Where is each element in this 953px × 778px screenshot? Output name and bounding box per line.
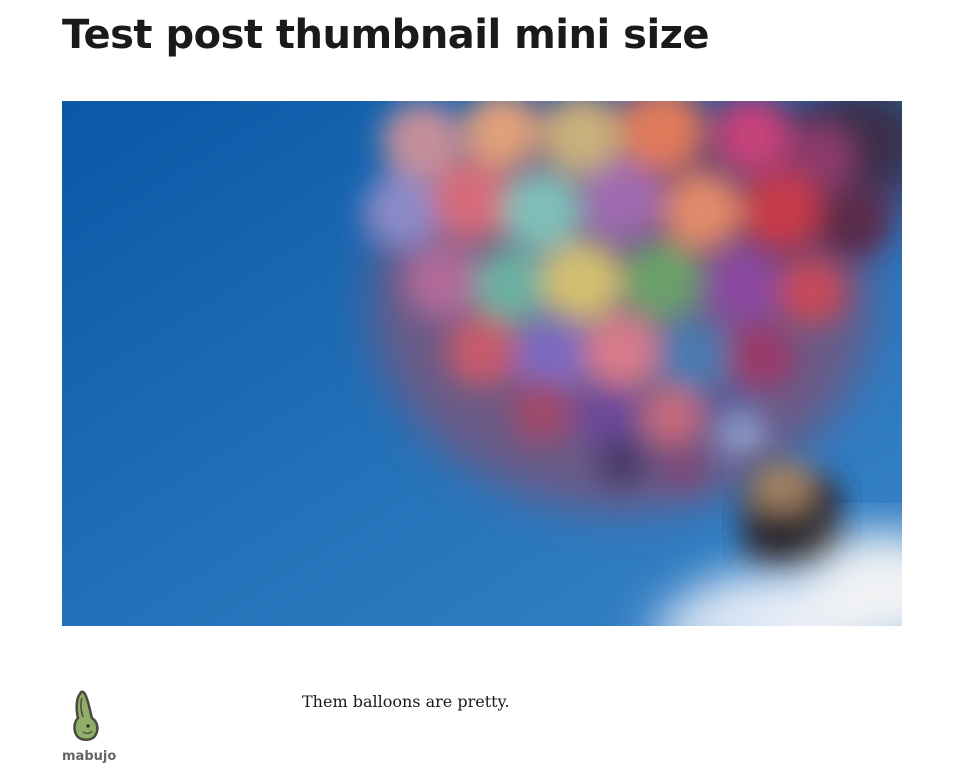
- rabbit-avatar-icon[interactable]: [70, 690, 102, 742]
- featured-image[interactable]: [62, 101, 902, 626]
- post-content: Them balloons are pretty.: [302, 692, 510, 711]
- hot-air-balloon-photo: [62, 101, 902, 626]
- author-name[interactable]: mabujo: [62, 749, 116, 764]
- post-title[interactable]: Test post thumbnail mini size: [62, 8, 710, 62]
